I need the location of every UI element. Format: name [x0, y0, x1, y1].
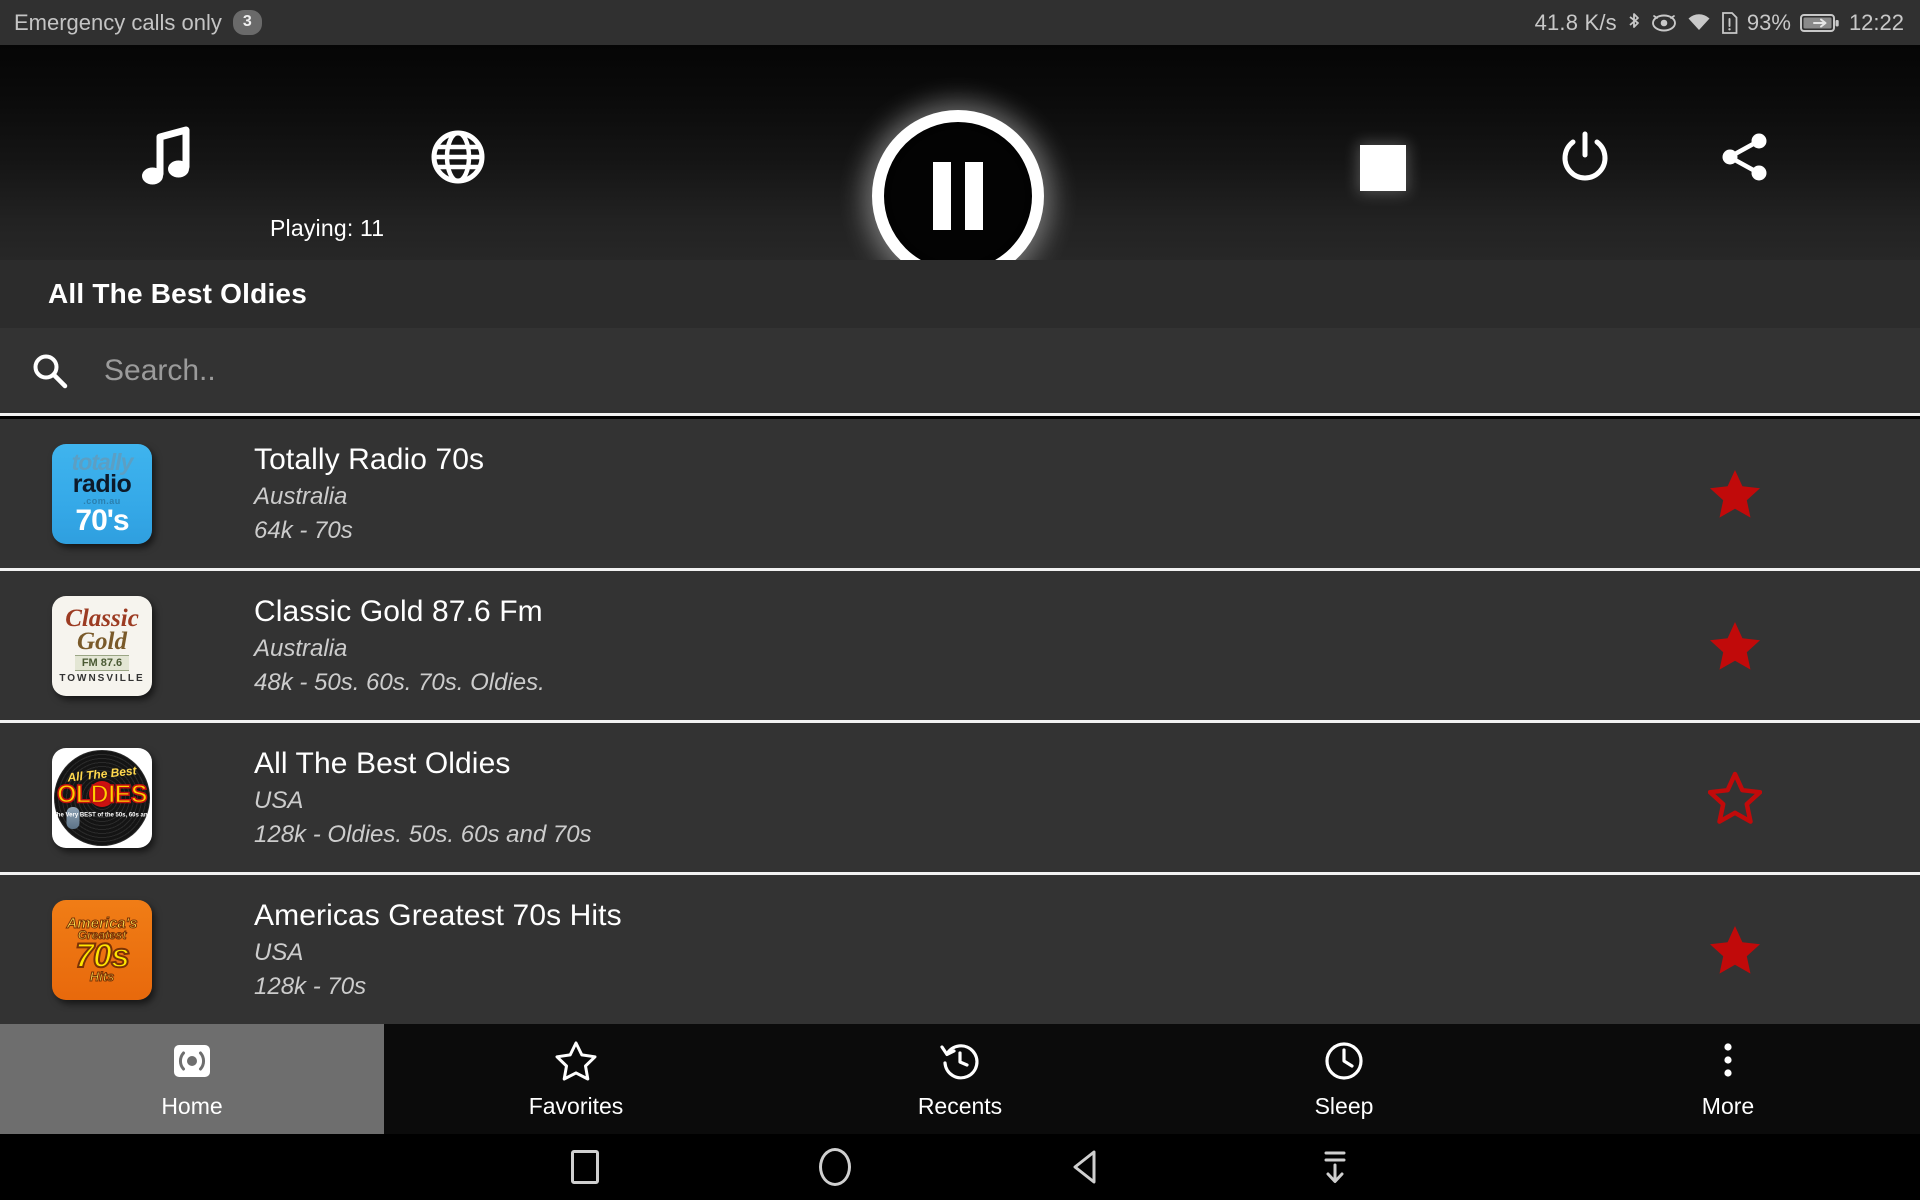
logo-line-3: The Very BEST of the 50s, 60s and 70s [53, 811, 152, 818]
globe-icon[interactable] [418, 117, 498, 197]
station-list[interactable]: totally radio .com.au 70's Totally Radio… [0, 419, 1920, 1024]
now-playing-title-bar: All The Best Oldies [0, 260, 1920, 328]
clock-icon [1323, 1039, 1365, 1083]
stop-button[interactable] [1348, 133, 1418, 203]
hide-nav-icon[interactable] [1210, 1148, 1460, 1186]
stop-icon [1360, 145, 1406, 191]
search-icon [22, 343, 78, 399]
favorite-star-filled-icon[interactable] [1708, 467, 1762, 521]
nav-label-sleep: Sleep [1314, 1092, 1374, 1119]
station-info: Totally Radio 70s Australia 64k - 70s [254, 443, 484, 545]
table-row[interactable]: totally radio .com.au 70's Totally Radio… [0, 419, 1920, 571]
bluetooth-icon [1626, 11, 1642, 35]
nav-label-more: More [1701, 1092, 1755, 1119]
pause-bar-right [965, 162, 983, 230]
history-icon [939, 1039, 981, 1083]
station-info: Americas Greatest 70s Hits USA 128k - 70… [254, 899, 622, 1001]
logo-line-2: radio [72, 470, 132, 499]
status-bar-left: Emergency calls only 3 [14, 10, 262, 36]
battery-percent-label: 93% [1746, 9, 1791, 35]
network-speed-label: 41.8 K/s [1534, 9, 1617, 35]
recents-square-shape [571, 1150, 599, 1184]
station-name: Classic Gold 87.6 Fm [254, 594, 543, 628]
station-meta: 48k - 50s. 60s. 70s. Oldies. [254, 668, 545, 696]
station-country: USA [254, 938, 304, 966]
station-logo: America's Greatest 70s Hits [52, 899, 152, 1000]
logo-line-3: 70s [74, 936, 131, 975]
favorite-star-outline-icon[interactable] [1708, 771, 1762, 825]
logo-line-2: OLDIES [56, 779, 148, 809]
nav-item-home[interactable]: Home [0, 1024, 384, 1134]
table-row[interactable]: America's Greatest 70s Hits Americas Gre… [0, 875, 1920, 1024]
android-status-bar: Emergency calls only 3 41.8 K/s 93% 12:2… [0, 0, 1920, 45]
wifi-icon [1686, 12, 1712, 34]
logo-line-4: 70's [75, 503, 129, 537]
table-row[interactable]: All The Best OLDIES The Very BEST of the… [0, 723, 1920, 875]
nav-item-more[interactable]: More [1536, 1024, 1920, 1134]
recents-square-icon[interactable] [460, 1150, 710, 1184]
pause-button[interactable] [872, 110, 1044, 282]
station-name: All The Best Oldies [254, 746, 511, 780]
music-note-icon[interactable] [126, 117, 206, 197]
nav-item-sleep[interactable]: Sleep [1152, 1024, 1536, 1134]
station-name: Totally Radio 70s [254, 442, 485, 476]
logo-line-2: Gold [77, 627, 127, 655]
logo-line-1: Classic [65, 604, 139, 632]
americas-greatest-70s-logo: America's Greatest 70s Hits [52, 899, 152, 1000]
station-logo: All The Best OLDIES The Very BEST of the… [52, 747, 152, 848]
station-logo: totally radio .com.au 70's [52, 443, 152, 544]
power-button[interactable] [1545, 117, 1625, 197]
logo-line-4: Hits [89, 968, 115, 984]
share-button[interactable] [1705, 117, 1785, 197]
logo-line-3: FM 87.6 [74, 655, 130, 672]
station-logo: Classic Gold FM 87.6 TOWNSVILLE [52, 595, 152, 696]
nav-item-recents[interactable]: Recents [768, 1024, 1152, 1134]
totally-radio-logo: totally radio .com.au 70's [52, 443, 152, 544]
station-meta: 64k - 70s [254, 516, 353, 544]
logo-line-4: TOWNSVILLE [59, 673, 145, 685]
nav-label-home: Home [161, 1092, 223, 1119]
station-country: Australia [254, 634, 348, 662]
station-info: All The Best Oldies USA 128k - Oldies. 5… [254, 747, 592, 849]
all-the-best-oldies-logo: All The Best OLDIES The Very BEST of the… [52, 747, 152, 848]
pause-bar-left [933, 162, 951, 230]
search-bar[interactable] [0, 328, 1920, 416]
nav-item-favorites[interactable]: Favorites [384, 1024, 768, 1134]
search-input[interactable] [78, 353, 1920, 388]
playing-count-label: Playing: 11 [270, 215, 385, 241]
app-root: Emergency calls only 3 41.8 K/s 93% 12:2… [0, 0, 1920, 1200]
favorite-star-filled-icon[interactable] [1708, 619, 1762, 673]
android-system-nav [0, 1134, 1920, 1200]
nav-label-recents: Recents [917, 1092, 1003, 1119]
player-panel: Playing: 11 [0, 45, 1920, 282]
radio-broadcast-icon [171, 1039, 213, 1083]
station-country: USA [254, 786, 304, 814]
clock-label: 12:22 [1848, 9, 1904, 35]
page-title: All The Best Oldies [48, 278, 307, 309]
notification-count-badge: 3 [232, 10, 262, 35]
nav-label-favorites: Favorites [528, 1092, 624, 1119]
carrier-label: Emergency calls only [14, 9, 222, 35]
status-bar-right: 41.8 K/s 93% 12:22 [1535, 10, 1904, 36]
station-country: Australia [254, 482, 348, 510]
classic-gold-logo: Classic Gold FM 87.6 TOWNSVILLE [52, 595, 152, 696]
sim-alert-icon [1721, 11, 1738, 34]
favorite-star-filled-icon[interactable] [1708, 923, 1762, 977]
home-circle-icon[interactable] [710, 1148, 960, 1186]
star-outline-icon [555, 1039, 597, 1083]
station-name: Americas Greatest 70s Hits [254, 898, 622, 932]
home-circle-shape [819, 1148, 851, 1186]
eye-icon [1651, 13, 1677, 33]
battery-charging-icon [1799, 12, 1840, 34]
table-row[interactable]: Classic Gold FM 87.6 TOWNSVILLE Classic … [0, 571, 1920, 723]
station-meta: 128k - Oldies. 50s. 60s and 70s [254, 820, 592, 848]
station-meta: 128k - 70s [254, 972, 367, 1000]
back-triangle-icon[interactable] [960, 1148, 1210, 1186]
station-info: Classic Gold 87.6 Fm Australia 48k - 50s… [254, 595, 545, 697]
three-dots-icon [1707, 1039, 1749, 1083]
bottom-navigation: Home Favorites Recents Sleep More [0, 1024, 1920, 1134]
